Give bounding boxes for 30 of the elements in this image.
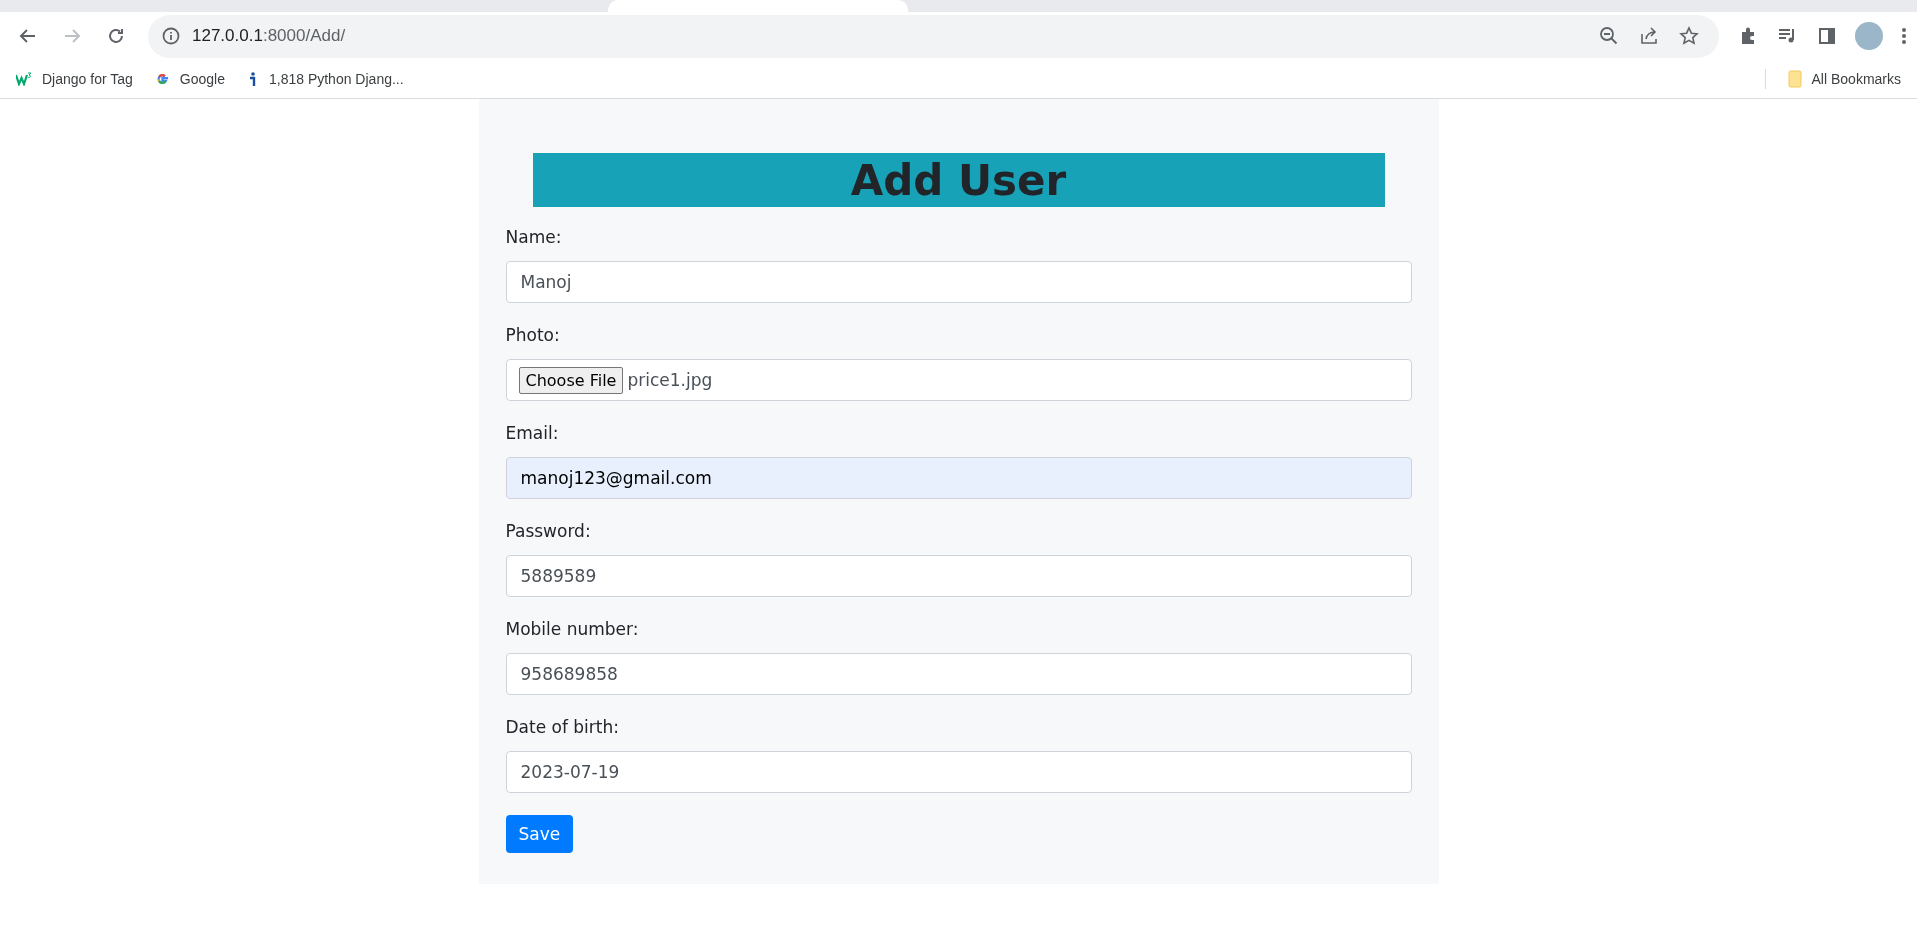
input-field[interactable]: 2023-07-19 [505, 751, 1412, 793]
address-bar[interactable]: 127.0.0.1:8000/Add/ [148, 14, 1719, 58]
field-label: Name: [505, 227, 563, 247]
field-label: Date of birth: [505, 717, 620, 737]
field-label: Mobile number: [505, 619, 640, 639]
field-label: Photo: [505, 325, 561, 345]
page-heading: Add User [532, 153, 1385, 207]
share-icon[interactable] [1639, 26, 1659, 46]
choose-file-button[interactable]: Choose File [518, 366, 624, 394]
w3-logo-icon [16, 72, 32, 86]
folder-icon [1787, 70, 1802, 88]
field-label: Password: [505, 521, 592, 541]
file-name: price1.jpg [627, 370, 713, 390]
star-icon[interactable] [1679, 26, 1699, 46]
input-field[interactable]: 5889589 [505, 555, 1412, 597]
bookmark-link[interactable]: 1,818 Python Djang... [268, 71, 404, 87]
url-text: 127.0.0.1:8000/Add/ [192, 26, 347, 46]
info-icon[interactable] [162, 27, 180, 45]
menu-icon[interactable] [1901, 26, 1907, 46]
field-label: Email: [505, 423, 560, 443]
side-panel-icon[interactable] [1817, 26, 1837, 46]
input-field[interactable]: Manoj [505, 261, 1412, 303]
save-button[interactable]: Save [505, 815, 574, 853]
bookmark-link[interactable]: Google [179, 71, 225, 87]
bookmark-link[interactable]: Django for Tag [42, 71, 133, 87]
file-input[interactable]: Choose File price1.jpg [505, 359, 1412, 401]
input-field[interactable]: manoj123@gmail.com [505, 457, 1412, 499]
zoom-out-icon[interactable] [1599, 26, 1619, 46]
all-bookmarks-link[interactable]: All Bookmarks [1811, 71, 1901, 87]
input-field[interactable]: 958689858 [505, 653, 1412, 695]
